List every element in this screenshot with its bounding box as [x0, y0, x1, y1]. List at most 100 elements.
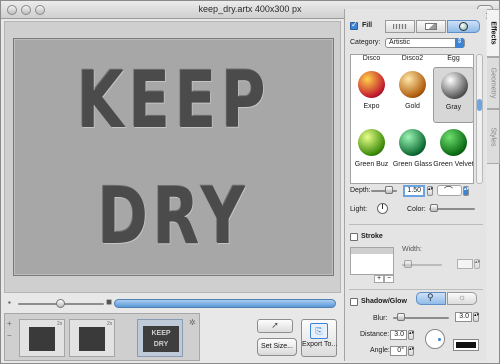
add-image-button[interactable]: +	[7, 319, 12, 328]
style-grid: Disco Disco2 Egg Expo Gold Gray Green Buz Green…	[350, 54, 474, 184]
bevel-curve-icon: ⌒	[444, 186, 454, 196]
style-swatch[interactable]: Gold	[392, 67, 433, 123]
style-swatch[interactable]: Green Glass	[392, 125, 433, 181]
divider	[349, 224, 483, 225]
style-swatch[interactable]: Gray	[433, 67, 473, 123]
thumbnail-3-preview: KEEP DRY	[143, 326, 179, 352]
bevel-shape-select[interactable]: ⌒	[437, 185, 462, 196]
style-sphere-icon	[440, 129, 467, 156]
blur-field[interactable]: 3.0	[455, 312, 472, 322]
inspector-side-tabs: Effects Geometry Styles	[487, 9, 500, 164]
depth-slider-track[interactable]	[371, 190, 397, 192]
blur-stepper[interactable]: ▴▾	[473, 312, 479, 322]
shadow-color-well[interactable]	[453, 339, 479, 351]
fill-label: Fill	[362, 22, 373, 29]
cursor-arrow-icon: ➚	[271, 320, 279, 330]
style-sphere-icon	[441, 72, 468, 99]
thumbnail-1-preview	[29, 327, 55, 351]
blur-slider-knob[interactable]	[397, 313, 405, 321]
style-sphere-icon	[358, 129, 385, 156]
divider	[349, 289, 483, 290]
glow-segment[interactable]: ☼	[447, 292, 477, 305]
style-swatch-label: Green Velvet	[433, 161, 474, 168]
thumbnail-3-text-2: DRY	[153, 341, 169, 348]
distance-stepper[interactable]: ▴▾	[408, 330, 414, 340]
distance-field[interactable]: 3.0	[390, 330, 407, 340]
remove-stroke-button[interactable]: −	[384, 275, 394, 283]
style-sphere-icon	[399, 129, 426, 156]
stroke-width-field[interactable]	[457, 259, 473, 269]
fill-image-segment[interactable]	[416, 20, 446, 33]
app-window: keep_dry.artx 400x300 px KEEP DRY ▪ ■ + …	[0, 0, 500, 364]
shadow-glow-checkbox[interactable]	[350, 298, 358, 306]
stroke-width-stepper[interactable]: ▴▾	[474, 259, 480, 269]
stroke-list[interactable]	[350, 247, 394, 275]
glow-sun-icon: ☼	[458, 292, 467, 302]
export-icon: ⎘	[310, 323, 328, 339]
depth-label: Depth:	[350, 187, 371, 194]
shadow-glow-label: Shadow/Glow	[361, 298, 407, 305]
tab-styles[interactable]: Styles	[487, 109, 500, 164]
tab-effects[interactable]: Effects	[487, 9, 500, 57]
color-slider-knob[interactable]	[430, 204, 438, 212]
filmstrip: + − 2x 2x KEEP DRY ✲	[4, 313, 200, 361]
distance-label: Distance:	[360, 331, 390, 338]
zoom-slider-knob[interactable]	[56, 299, 65, 308]
depth-stepper[interactable]: ▴▾	[427, 186, 433, 196]
add-stroke-button[interactable]: +	[374, 275, 384, 283]
category-select[interactable]: Artistic	[385, 38, 465, 48]
light-direction-dial[interactable]	[377, 203, 388, 214]
tab-geometry-label: Geometry	[489, 67, 497, 99]
style-sphere-icon	[399, 71, 426, 98]
thumbnail-2-label: 2x	[107, 321, 113, 327]
thumbnail-2[interactable]: 2x	[69, 319, 115, 357]
style-swatch[interactable]: Expo	[351, 67, 392, 123]
style-grid-scrollbar[interactable]	[476, 54, 483, 184]
export-button[interactable]: ⎘ Export To...	[301, 319, 337, 357]
document-canvas[interactable]: KEEP DRY	[13, 38, 334, 276]
style-swatch-label: Gray	[445, 104, 462, 111]
canvas-text-line-2[interactable]: DRY	[49, 177, 298, 257]
style-grid-next-row	[351, 183, 474, 184]
solid-fill-icon	[393, 24, 407, 29]
export-button-label: Export To...	[302, 341, 338, 348]
style-grid-scroll-thumb[interactable]	[477, 99, 482, 111]
angle-label: Angle:	[370, 347, 390, 354]
angle-field[interactable]: 0°	[390, 346, 407, 356]
set-size-button[interactable]: Set Size...	[257, 338, 297, 356]
zoom-out-icon[interactable]: ▪	[8, 298, 11, 307]
fill-checkbox[interactable]	[350, 20, 358, 30]
shadow-angle-dial[interactable]	[425, 329, 445, 349]
pointer-tool-button[interactable]: ➚	[257, 319, 293, 333]
angle-stepper[interactable]: ▴▾	[408, 346, 414, 356]
magnifier-icon: ⚲	[427, 292, 434, 302]
thumbnail-3-text-1: KEEP	[151, 330, 171, 337]
style-header-name: Disco2	[401, 55, 424, 62]
canvas-area: KEEP DRY	[4, 21, 341, 293]
bevel-shape-stepper[interactable]: ▴▾	[463, 186, 469, 196]
fill-solid-segment[interactable]	[385, 20, 415, 33]
image-fill-icon	[425, 23, 437, 30]
shadow-segment[interactable]: ⚲	[416, 292, 446, 305]
stroke-width-slider-knob[interactable]	[404, 260, 412, 268]
stroke-checkbox[interactable]	[350, 233, 358, 241]
color-label: Color:	[407, 206, 426, 213]
tab-geometry[interactable]: Geometry	[487, 57, 500, 109]
blur-label: Blur:	[373, 315, 388, 322]
zoom-in-icon[interactable]: ■	[106, 297, 112, 308]
stroke-list-header	[351, 248, 393, 254]
canvas-text-line-1[interactable]: KEEP	[49, 61, 298, 141]
depth-slider-knob[interactable]	[385, 186, 393, 194]
stroke-label: Stroke	[361, 233, 383, 240]
thumbnail-1[interactable]: 2x	[19, 319, 65, 357]
fill-style-segment[interactable]	[447, 20, 480, 33]
depth-field[interactable]: 1.50	[403, 185, 425, 197]
style-swatch[interactable]: Green Velvet	[433, 125, 473, 181]
zoom-bar: ▪ ■	[4, 297, 341, 311]
style-swatch[interactable]: Green Buz	[351, 125, 392, 181]
horizontal-scrollbar[interactable]	[114, 299, 336, 308]
remove-image-button[interactable]: −	[7, 331, 12, 340]
inspector-panel: Fill Category: Artistic Disco Disco2 Egg Ex…	[344, 9, 486, 361]
gear-icon[interactable]: ✲	[189, 318, 196, 327]
thumbnail-3-selected[interactable]: KEEP DRY	[137, 319, 183, 357]
